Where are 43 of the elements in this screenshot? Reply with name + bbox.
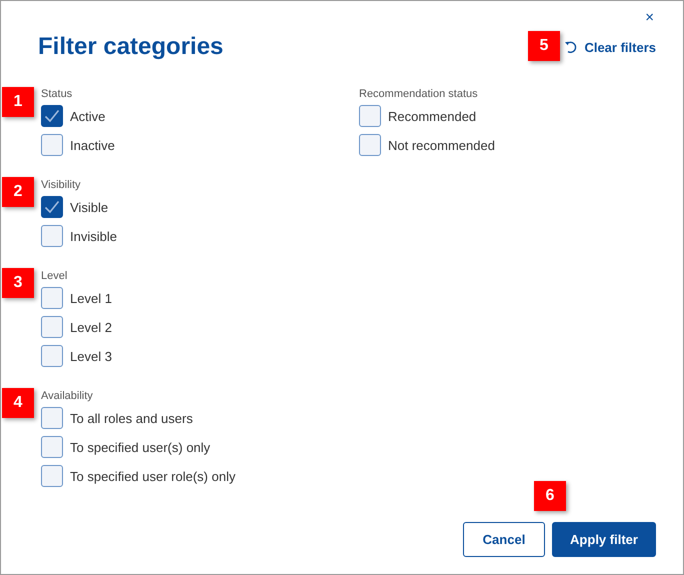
checkbox-label[interactable]: Active (70, 108, 106, 124)
checkbox[interactable] (41, 465, 63, 487)
checkbox[interactable] (359, 134, 381, 156)
cancel-button[interactable]: Cancel (463, 522, 545, 557)
group-label: Availability (41, 389, 94, 403)
callout-badge: 6 (534, 481, 566, 511)
checkbox-label[interactable]: Invisible (70, 228, 117, 244)
checkmark-icon (44, 200, 60, 214)
group-label: Recommendation status (359, 87, 479, 101)
checkbox[interactable] (359, 105, 381, 127)
checkbox[interactable] (41, 287, 63, 309)
callout-badge: 2 (2, 177, 34, 207)
callout-badge: 5 (528, 31, 560, 61)
checkbox-label[interactable]: Inactive (70, 138, 115, 152)
checkbox[interactable] (41, 225, 63, 247)
checkbox-label[interactable]: Not recommended (388, 138, 495, 152)
clear-filters-link[interactable]: Clear filters (564, 40, 656, 54)
checkbox[interactable] (41, 105, 63, 127)
checkbox-label[interactable]: To specified user role(s) only (70, 468, 236, 484)
checkbox[interactable] (41, 316, 63, 338)
checkbox[interactable] (41, 196, 63, 218)
group-label: Status (41, 87, 74, 101)
checkbox-label[interactable]: Level 3 (70, 348, 112, 364)
checkmark-icon (44, 109, 60, 123)
checkbox[interactable] (41, 345, 63, 367)
reset-icon (564, 40, 578, 54)
checkbox-label[interactable]: To all roles and users (70, 410, 193, 426)
group-label: Level (41, 269, 68, 283)
checkbox-label[interactable]: To specified user(s) only (70, 440, 210, 454)
checkbox-label[interactable]: Visible (70, 200, 108, 214)
checkbox[interactable] (41, 134, 63, 156)
apply-filter-button[interactable]: Apply filter (552, 522, 656, 557)
checkbox[interactable] (41, 407, 63, 429)
checkbox[interactable] (41, 436, 63, 458)
checkbox-label[interactable]: Level 2 (70, 320, 112, 334)
checkbox-label[interactable]: Recommended (388, 108, 476, 124)
callout-badge: 3 (2, 268, 34, 298)
callout-badge: 4 (2, 388, 34, 418)
group-label: Visibility (41, 178, 82, 192)
callout-badge: 1 (2, 87, 34, 117)
checkbox-label[interactable]: Level 1 (70, 290, 112, 306)
dialog-title: Filter categories (38, 33, 224, 61)
close-button[interactable]: × (643, 9, 656, 29)
